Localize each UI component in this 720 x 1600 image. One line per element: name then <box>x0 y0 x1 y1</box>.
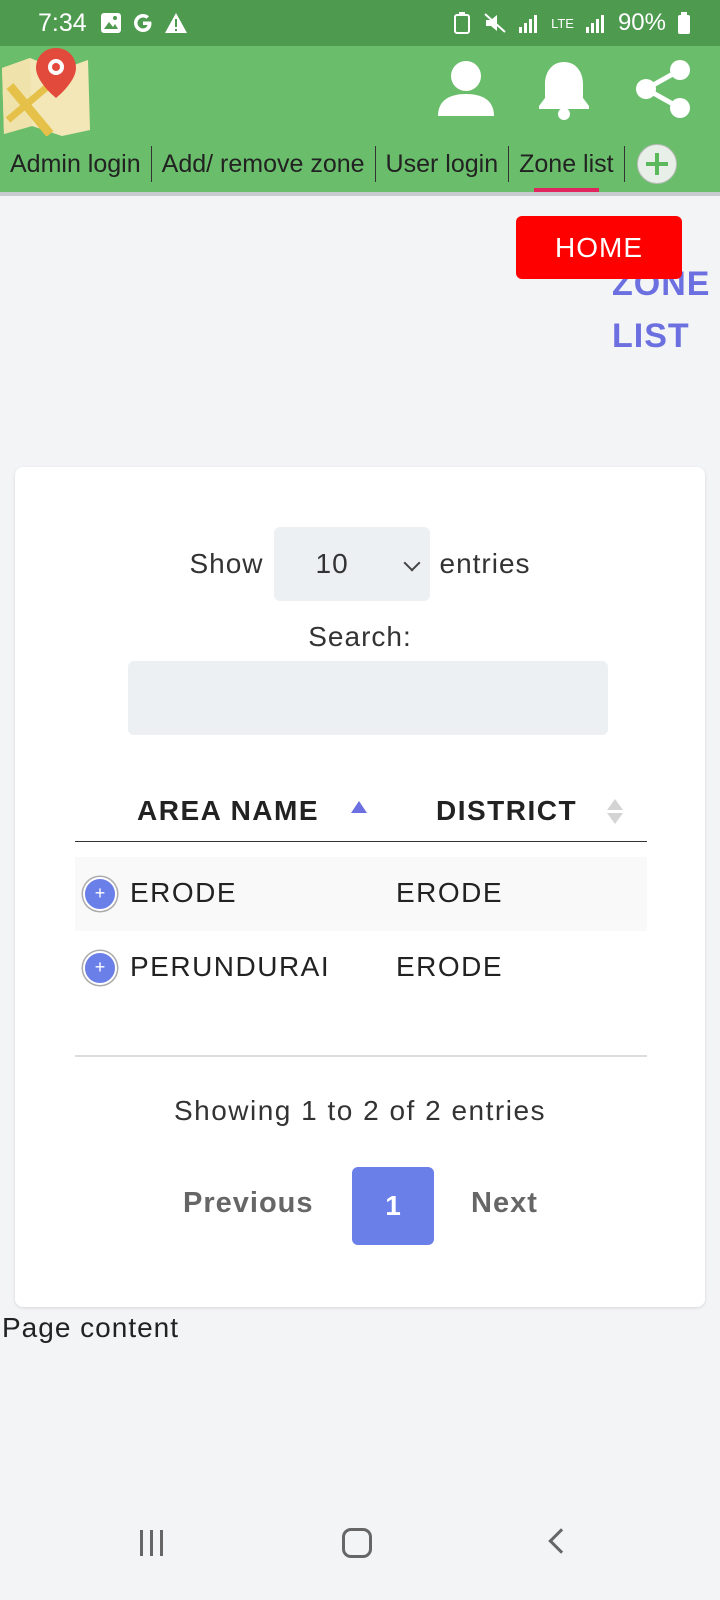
home-button[interactable]: HOME <box>516 216 682 279</box>
tab-zone-list[interactable]: Zone list <box>509 146 625 196</box>
table-row: + PERUNDURAI ERODE <box>75 931 647 1005</box>
battery-icon <box>678 12 690 34</box>
tab-bar: Admin login Add/ remove zone User login … <box>0 142 720 196</box>
entries-label: entries <box>439 548 531 579</box>
add-tab-icon[interactable] <box>636 144 677 184</box>
expand-row-icon[interactable]: + <box>83 951 117 985</box>
status-time: 7:34 <box>38 9 87 37</box>
mute-icon <box>484 13 506 33</box>
recent-apps-icon[interactable] <box>140 1530 170 1561</box>
home-nav-icon[interactable] <box>342 1528 372 1558</box>
entries-select[interactable]: 10 <box>273 527 430 601</box>
share-icon[interactable] <box>632 58 692 120</box>
system-status: LTE 90% <box>453 9 690 37</box>
cell-district: ERODE <box>396 951 504 982</box>
column-header-district[interactable]: DISTRICT <box>436 795 577 827</box>
table-row: + ERODE ERODE <box>75 857 647 931</box>
app-header: Admin login Add/ remove zone User login … <box>0 46 720 196</box>
signal-icon <box>519 15 538 33</box>
entries-select-value: 10 <box>315 548 349 579</box>
google-icon <box>134 14 152 32</box>
network-type: LTE <box>551 15 574 31</box>
header-actions <box>436 58 692 120</box>
previous-page-button[interactable]: Previous <box>183 1187 314 1220</box>
sort-both-icon <box>607 799 623 824</box>
page-1-button[interactable]: 1 <box>352 1167 434 1245</box>
signal-icon-2 <box>585 15 604 33</box>
cell-area-name: ERODE <box>130 877 238 908</box>
tab-user-login[interactable]: User login <box>376 146 510 182</box>
zone-table-card: Show 10 entries Search: AREA NAME DISTRI… <box>15 467 705 1307</box>
notification-icons <box>100 12 188 34</box>
pagination: Previous 1 Next <box>15 1167 705 1247</box>
user-icon[interactable] <box>436 58 496 120</box>
chevron-down-icon <box>403 554 420 572</box>
image-icon <box>101 13 121 33</box>
header-divider <box>0 192 720 196</box>
tab-admin-login[interactable]: Admin login <box>0 146 152 182</box>
show-label: Show <box>189 548 264 579</box>
back-icon[interactable] <box>548 1528 574 1554</box>
warning-icon <box>165 13 187 33</box>
tab-add-remove-zone[interactable]: Add/ remove zone <box>152 146 376 182</box>
navigation-bar <box>0 1500 720 1600</box>
table-header: AREA NAME DISTRICT <box>75 787 647 842</box>
expand-row-icon[interactable]: + <box>83 877 117 911</box>
status-bar: 7:34 LTE 90% <box>0 0 720 46</box>
table-footer-divider <box>75 1055 647 1057</box>
table-info: Showing 1 to 2 of 2 entries <box>173 1095 547 1126</box>
next-page-button[interactable]: Next <box>471 1187 538 1220</box>
search-label: Search: <box>308 621 412 652</box>
battery-percent: 90% <box>617 9 666 36</box>
search-input[interactable] <box>128 661 608 735</box>
page-content-text: Page content <box>2 1312 180 1343</box>
entries-length-control: Show 10 entries <box>15 527 705 601</box>
map-logo-icon[interactable] <box>0 46 92 136</box>
cell-district: ERODE <box>396 877 504 908</box>
page-title-line-2: LIST <box>612 317 690 355</box>
bell-icon[interactable] <box>534 58 594 120</box>
battery-saver-icon <box>454 12 471 34</box>
sort-ascending-icon <box>351 801 367 813</box>
cell-area-name: PERUNDURAI <box>130 951 331 982</box>
column-header-area-name[interactable]: AREA NAME <box>137 795 319 827</box>
